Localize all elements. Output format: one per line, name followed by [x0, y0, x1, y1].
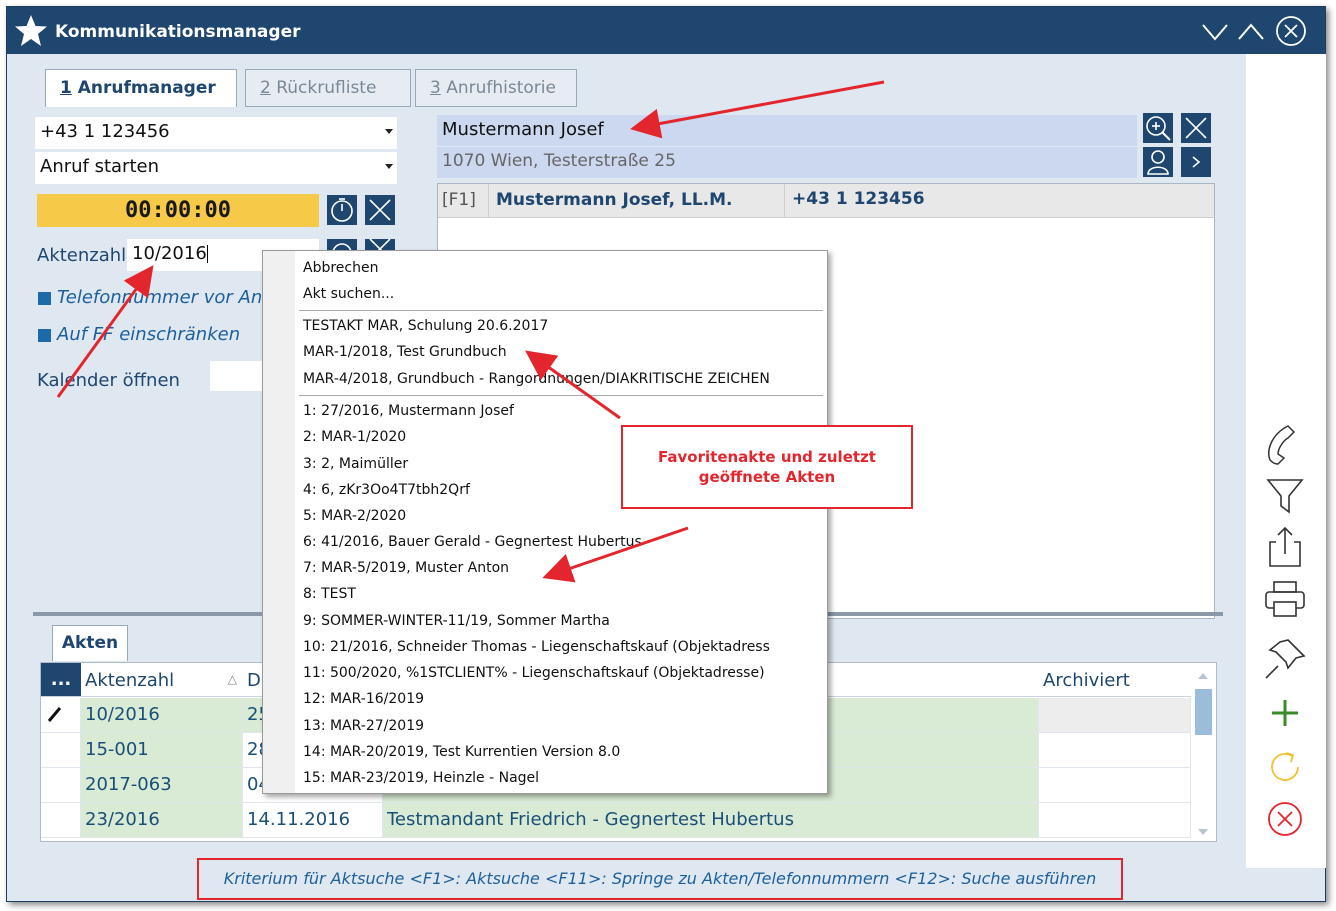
chevron-down-icon[interactable] [1199, 15, 1231, 47]
row-indicator [41, 768, 81, 803]
menu-item-recent[interactable]: 2: MAR-1/2020 [303, 429, 406, 445]
akten-context-menu: Abbrechen Akt suchen... TESTAKT MAR, Sch… [262, 250, 828, 794]
refresh-icon[interactable] [1262, 744, 1308, 790]
menu-gutter [263, 251, 295, 793]
star-icon [15, 15, 47, 46]
phone-prefix-option[interactable]: Telefonnummer vor Anr [57, 287, 270, 308]
close-circle-icon[interactable] [1275, 15, 1307, 47]
status-bar: Kriterium für Aktsuche <F1>: Aktsuche <F… [197, 858, 1123, 900]
title-bar: Kommunikationsmanager [7, 7, 1325, 54]
menu-item-favorite[interactable]: MAR-4/2018, Grundbuch - Rangordnungen/DI… [303, 371, 770, 387]
plus-icon[interactable] [1262, 690, 1308, 736]
tab-anrufmanager[interactable]: 1 Anrufmanager [45, 69, 237, 109]
table-cell[interactable] [1039, 733, 1191, 768]
sort-icon: △ [227, 672, 237, 686]
ff-restrict-option[interactable]: Auf FF einschränken [57, 324, 240, 345]
clear-icon[interactable] [365, 195, 395, 225]
tab-anrufhistorie[interactable]: 3 Anrufhistorie [415, 69, 577, 107]
list-item[interactable]: [F1] Mustermann Josef, LL.M. +43 1 12345… [438, 184, 1214, 218]
phone-icon[interactable] [1262, 420, 1308, 466]
menu-item-recent[interactable]: 13: MAR-27/2019 [303, 718, 424, 734]
menu-item-recent[interactable]: 7: MAR-5/2019, Muster Anton [303, 560, 509, 576]
table-cell[interactable]: 2017-063 [81, 768, 243, 803]
clear-icon[interactable] [1181, 113, 1211, 143]
menu-item-recent[interactable]: 3: 2, Maimüller [303, 456, 408, 472]
pin-icon[interactable] [1262, 636, 1308, 682]
phone-prefix-checkbox[interactable] [38, 292, 51, 305]
menu-item-recent[interactable]: 9: SOMMER-WINTER-11/19, Sommer Martha [303, 613, 610, 629]
menu-item-recent[interactable]: 14: MAR-20/2019, Test Kurrentien Version… [303, 744, 620, 760]
menu-item-recent[interactable]: 11: 500/2020, %1STCLIENT% - Liegenschaft… [303, 665, 765, 681]
scroll-down-icon[interactable] [1198, 829, 1208, 835]
grid-menu-button[interactable]: ... [41, 663, 81, 697]
table-cell[interactable] [1039, 698, 1191, 733]
menu-separator [299, 310, 823, 311]
table-cell[interactable]: 14.11.2016 [243, 803, 383, 838]
tab-akten[interactable]: Akten [52, 625, 128, 661]
menu-item-recent[interactable]: 6: 41/2016, Bauer Gerald - Gegnertest Hu… [303, 534, 642, 550]
column-header-aktenzahl[interactable]: Aktenzahl △ [81, 663, 243, 697]
menu-item-favorite[interactable]: MAR-1/2018, Test Grundbuch [303, 344, 507, 360]
table-cell[interactable] [1039, 803, 1191, 838]
menu-item-recent[interactable]: 5: MAR-2/2020 [303, 508, 406, 524]
calendar-label: Kalender öffnen [37, 370, 180, 391]
table-cell[interactable] [1039, 768, 1191, 803]
result-phone: +43 1 123456 [792, 189, 925, 209]
result-key: [F1] [442, 190, 476, 210]
contact-address-field: 1070 Wien, Testerstraße 25 [437, 147, 1137, 178]
scroll-thumb[interactable] [1195, 689, 1212, 735]
phone-number-combo[interactable]: +43 1 123456 [35, 117, 397, 149]
callout-line-1: Favoritenakte und zuletzt [658, 448, 876, 466]
menu-item-recent[interactable]: 15: MAR-23/2019, Heinzle - Nagel [303, 770, 539, 786]
next-icon[interactable] [1181, 147, 1211, 177]
chevron-down-icon[interactable] [385, 129, 393, 134]
menu-item-recent[interactable]: 1: 27/2016, Mustermann Josef [303, 403, 514, 419]
calendar-field[interactable] [210, 361, 270, 391]
menu-item-recent[interactable]: 10: 21/2016, Schneider Thomas - Liegensc… [303, 639, 770, 655]
table-cell[interactable]: 23/2016 [81, 803, 243, 838]
filter-icon[interactable] [1262, 472, 1308, 518]
chevron-up-icon[interactable] [1235, 15, 1267, 47]
grid-scrollbar[interactable] [1191, 663, 1216, 841]
menu-separator [299, 395, 823, 396]
annotation-callout: Favoritenakte und zuletzt geöffnete Akte… [621, 425, 913, 509]
window-title: Kommunikationsmanager [55, 22, 301, 42]
table-cell[interactable]: 15-001 [81, 733, 243, 768]
result-name: Mustermann Josef, LL.M. [496, 190, 733, 210]
menu-item-recent[interactable]: 4: 6, zKr3Oo4T7tbh2Qrf [303, 482, 470, 498]
pencil-icon [47, 707, 62, 722]
timer-icon[interactable] [327, 195, 357, 225]
menu-item-abbrechen[interactable]: Abbrechen [303, 260, 378, 276]
column-header-archiviert[interactable]: Archiviert [1039, 663, 1191, 697]
print-icon[interactable] [1262, 576, 1308, 622]
tab-rueckrufliste[interactable]: 2 Rückrufliste [245, 69, 411, 107]
menu-item-favorite[interactable]: TESTAKT MAR, Schulung 20.6.2017 [303, 318, 548, 334]
menu-item-akt-suchen[interactable]: Akt suchen... [303, 286, 394, 302]
chevron-down-icon[interactable] [385, 164, 393, 169]
share-icon[interactable] [1262, 524, 1308, 570]
ff-restrict-checkbox[interactable] [38, 329, 51, 342]
row-edit-indicator [41, 698, 81, 733]
menu-item-recent[interactable]: 8: TEST [303, 586, 356, 602]
contact-name-field[interactable]: Mustermann Josef [437, 115, 1137, 146]
zoom-in-icon[interactable] [1143, 113, 1173, 143]
call-action-combo[interactable]: Anruf starten [35, 152, 397, 184]
person-icon[interactable] [1143, 147, 1173, 177]
row-indicator [41, 733, 81, 768]
cancel-icon[interactable] [1262, 796, 1308, 842]
table-cell[interactable]: 10/2016 [81, 698, 243, 733]
scroll-up-icon[interactable] [1198, 673, 1208, 679]
aktenzahl-label: Aktenzahl: [37, 245, 133, 266]
table-cell[interactable]: Testmandant Friedrich - Gegnertest Huber… [383, 803, 1039, 838]
call-timer: 00:00:00 [37, 194, 319, 227]
row-indicator [41, 803, 81, 838]
menu-item-recent[interactable]: 12: MAR-16/2019 [303, 691, 424, 707]
callout-line-2: geöffnete Akten [698, 468, 836, 486]
